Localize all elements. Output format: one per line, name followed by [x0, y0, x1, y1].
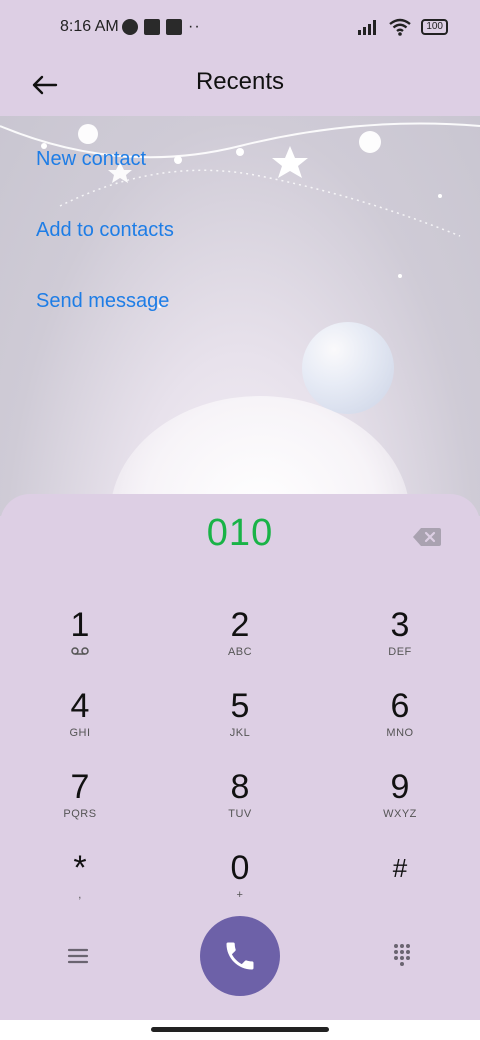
- dial-key-6[interactable]: 6 MNO: [325, 687, 475, 763]
- keypad-grid-icon[interactable]: [388, 941, 416, 969]
- key-letters: GHI: [69, 727, 91, 739]
- key-letters: WXYZ: [383, 808, 417, 820]
- dial-key-5[interactable]: 5 JKL: [165, 687, 315, 763]
- key-digit: 3: [390, 606, 410, 644]
- key-letters: JKL: [229, 727, 251, 739]
- dialed-number: 010: [206, 512, 274, 554]
- key-digit: 0: [230, 849, 250, 887]
- notification-icon: [144, 19, 160, 35]
- dial-key-4[interactable]: 4 GHI: [5, 687, 155, 763]
- key-letters: MNO: [386, 727, 414, 739]
- key-letters: TUV: [228, 808, 252, 820]
- wifi-icon: [389, 18, 412, 36]
- dial-key-0[interactable]: 0 +: [165, 849, 315, 925]
- dial-key-star[interactable]: * ,: [5, 849, 155, 925]
- page-title: Recents: [195, 68, 285, 95]
- dial-key-8[interactable]: 8 TUV: [165, 768, 315, 844]
- home-gesture-handle[interactable]: [151, 1027, 329, 1032]
- key-letters: PQRS: [63, 808, 97, 820]
- new-contact-link[interactable]: New contact: [36, 148, 146, 171]
- menu-icon[interactable]: [64, 942, 92, 970]
- key-digit: 9: [390, 768, 410, 806]
- status-bar: 8:16 AM ·· 100: [0, 0, 480, 56]
- system-nav-bar: [0, 1020, 480, 1040]
- key-letters: +: [236, 889, 244, 901]
- key-digit: 4: [70, 687, 90, 725]
- signal-icon: [358, 20, 377, 35]
- key-digit: 8: [230, 768, 250, 806]
- key-digit: 1: [70, 606, 90, 644]
- more-notifications-icon: ··: [188, 18, 201, 35]
- key-letters: DEF: [388, 646, 412, 658]
- add-to-contacts-link[interactable]: Add to contacts: [36, 219, 174, 242]
- phone-icon: [226, 942, 254, 970]
- wallpaper-background: New contact Add to contacts Send message: [0, 116, 480, 516]
- key-letters: [325, 889, 475, 903]
- backspace-icon[interactable]: [412, 526, 442, 548]
- key-digit: 5: [230, 687, 250, 725]
- key-digit: 7: [70, 768, 90, 806]
- key-letters: ,: [78, 889, 82, 901]
- dial-key-3[interactable]: 3 DEF: [325, 606, 475, 682]
- dial-key-9[interactable]: 9 WXYZ: [325, 768, 475, 844]
- upload-icon: [166, 19, 182, 35]
- dial-key-7[interactable]: 7 PQRS: [5, 768, 155, 844]
- send-message-link[interactable]: Send message: [36, 290, 169, 313]
- battery-indicator: 100: [421, 19, 448, 35]
- key-letters: ABC: [227, 646, 253, 658]
- notification-icon: [122, 19, 138, 35]
- key-digit: #: [392, 853, 408, 883]
- key-digit: *: [73, 849, 87, 887]
- status-time: 8:16 AM: [60, 18, 119, 35]
- dial-key-1[interactable]: 1: [5, 606, 155, 682]
- status-system-icons: 100: [357, 18, 448, 36]
- dialpad-panel: 010 1 2 ABC 3 DEF 4 GHI 5 JKL 6 MNO 7 PQ…: [0, 494, 480, 1020]
- dial-key-hash[interactable]: #: [325, 849, 475, 925]
- call-button[interactable]: [200, 916, 280, 996]
- string-lights-decoration: [0, 122, 480, 308]
- status-notification-icons: ··: [122, 18, 201, 36]
- dial-key-2[interactable]: 2 ABC: [165, 606, 315, 682]
- app-header: Recents: [0, 56, 480, 116]
- key-digit: 6: [390, 687, 410, 725]
- bubble-decoration: [302, 322, 394, 414]
- key-digit: 2: [230, 606, 250, 644]
- voicemail-icon: [5, 646, 155, 660]
